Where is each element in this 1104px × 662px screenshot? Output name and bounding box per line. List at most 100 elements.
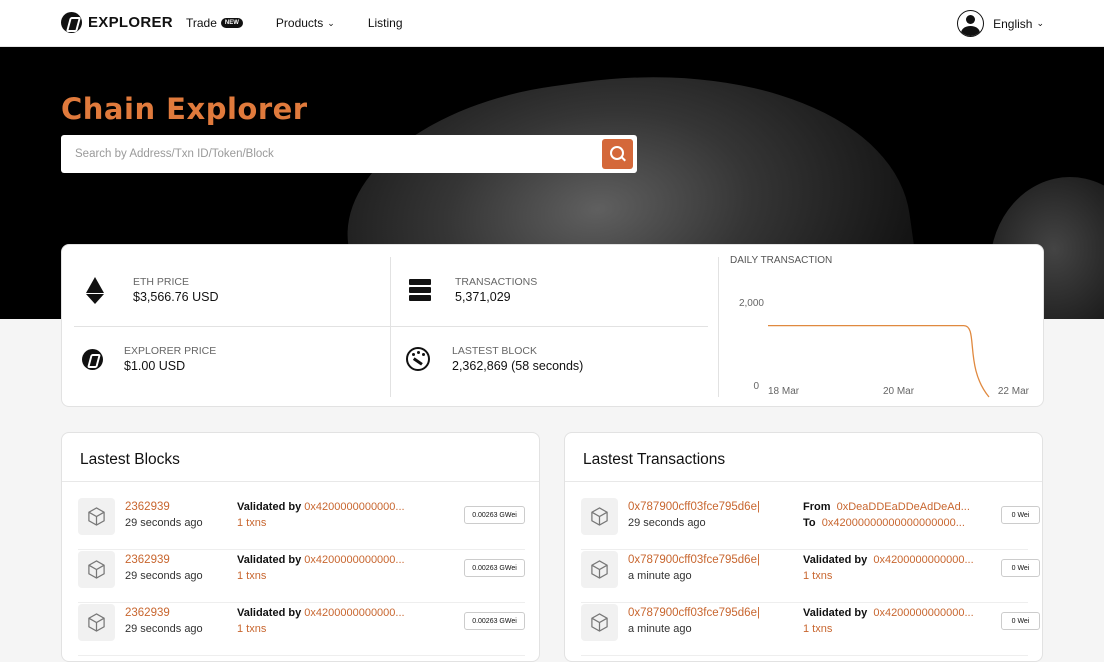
list-item: 2362939 29 seconds ago Validated by 0x42… — [78, 550, 525, 603]
x-tick-label: 22 Mar — [998, 386, 1030, 397]
latest-transactions-panel: Lastest Transactions 0x787900cff03fce795… — [564, 432, 1043, 662]
stat-value: 2,362,869 (58 seconds) — [452, 359, 584, 373]
row-time: 29 seconds ago — [628, 517, 706, 529]
stat-latest-block: LASTEST BLOCK 2,362,869 (58 seconds) — [406, 345, 583, 373]
cube-icon — [78, 604, 115, 641]
logo-text: EXPLORER — [88, 14, 173, 31]
list-item: 0x787900cff03fce795d6e| a minute ago Val… — [581, 603, 1040, 656]
page-title: Chain Explorer — [61, 92, 308, 126]
to-address-link[interactable]: 0x42000000000000000000... — [822, 517, 965, 529]
nav-listing[interactable]: Listing — [368, 16, 403, 30]
reward-badge: 0.00263 GWei — [464, 559, 525, 577]
amount-badge: 0 Wei — [1001, 612, 1040, 630]
stat-label: EXPLORER PRICE — [124, 345, 217, 357]
line1-label: From — [803, 501, 831, 513]
tx-hash-link[interactable]: 0x787900cff03fce795d6e| — [628, 501, 760, 513]
chevron-down-icon: ⌄ — [327, 17, 335, 28]
x-tick-label: 18 Mar — [768, 386, 800, 397]
divider — [62, 481, 539, 482]
amount-badge: 0 Wei — [1001, 559, 1040, 577]
block-number-link[interactable]: 2362939 — [125, 554, 170, 566]
divider — [565, 481, 1042, 482]
nav-products[interactable]: Products ⌄ — [276, 16, 335, 30]
new-badge: NEW — [220, 18, 243, 28]
y-tick-label: 2,000 — [739, 298, 764, 309]
cube-icon — [78, 498, 115, 535]
main-nav: Trade NEW Products ⌄ Listing — [186, 16, 403, 30]
validated-label: Validated by — [237, 607, 302, 619]
tx-hash-link[interactable]: 0x787900cff03fce795d6e| — [628, 607, 760, 619]
x-tick-label: 20 Mar — [883, 386, 915, 397]
validated-label: Validated by — [237, 501, 302, 513]
user-avatar-icon[interactable] — [957, 10, 985, 37]
language-selector[interactable]: English ⌄ — [993, 17, 1044, 31]
search-bar — [61, 135, 637, 173]
list-item: 0x787900cff03fce795d6e| 29 seconds ago F… — [581, 497, 1040, 550]
divider — [390, 257, 391, 397]
daily-transaction-chart: 2,000 0 18 Mar 20 Mar 22 Mar — [739, 298, 1030, 398]
row-line2: To 0x42000000000000000000... — [803, 517, 965, 529]
line1-label: Validated by — [803, 554, 868, 566]
stat-label: TRANSACTIONS — [455, 276, 538, 288]
explorer-logo-icon — [61, 12, 82, 33]
nav-products-label: Products — [275, 16, 324, 30]
nav-trade-label: Trade — [186, 16, 217, 30]
stat-label: ETH PRICE — [133, 276, 190, 288]
txns-count-link[interactable]: 1 txns — [237, 623, 266, 635]
row-time: 29 seconds ago — [125, 623, 203, 635]
stats-card: ETH PRICE $3,566.76 USD TRANSACTIONS 5,3… — [61, 244, 1044, 407]
address-link[interactable]: 0xDeaDDEaDDeAdDeAd... — [837, 501, 970, 513]
cube-icon — [581, 498, 618, 535]
top-navigation-bar: EXPLORER Trade NEW Products ⌄ Listing En… — [0, 0, 1104, 47]
explorer-logo-icon — [82, 348, 103, 370]
row-line2: 1 txns — [803, 623, 832, 635]
search-button[interactable] — [602, 139, 633, 169]
row-time: 29 seconds ago — [125, 517, 203, 529]
speedometer-icon — [406, 347, 430, 371]
divider — [74, 326, 708, 327]
ethereum-icon — [81, 277, 107, 304]
cube-icon — [581, 604, 618, 641]
stat-transactions: TRANSACTIONS 5,371,029 — [407, 276, 537, 304]
block-number-link[interactable]: 2362939 — [125, 607, 170, 619]
address-link[interactable]: 0x4200000000000... — [873, 554, 973, 566]
nav-trade[interactable]: Trade NEW — [186, 16, 243, 30]
row-line1: Validated by 0x4200000000000... — [803, 554, 974, 566]
txns-count-link[interactable]: 1 txns — [803, 570, 832, 582]
row-time: a minute ago — [628, 623, 692, 635]
stat-value: $3,566.76 USD — [133, 290, 219, 304]
amount-badge: 0 Wei — [1001, 506, 1040, 524]
explorer-logo[interactable]: EXPLORER — [61, 12, 173, 33]
row-time: 29 seconds ago — [125, 570, 203, 582]
stat-value: 5,371,029 — [455, 290, 511, 304]
chart-title: DAILY TRANSACTION — [730, 255, 833, 266]
cube-icon — [581, 551, 618, 588]
block-number-link[interactable]: 2362939 — [125, 501, 170, 513]
row-line1: Validated by 0x4200000000000... — [803, 607, 974, 619]
row-line1: Validated by 0x4200000000000... — [237, 501, 405, 513]
nav-listing-label: Listing — [367, 16, 403, 30]
validator-address-link[interactable]: 0x4200000000000... — [304, 501, 404, 513]
txns-count-link[interactable]: 1 txns — [803, 623, 832, 635]
language-label: English — [993, 16, 1033, 31]
cube-icon — [78, 551, 115, 588]
txns-count-link[interactable]: 1 txns — [237, 570, 266, 582]
y-tick-label: 0 — [753, 381, 759, 392]
validator-address-link[interactable]: 0x4200000000000... — [304, 554, 404, 566]
validator-address-link[interactable]: 0x4200000000000... — [304, 607, 404, 619]
stat-eth-price: ETH PRICE $3,566.76 USD — [81, 276, 218, 304]
row-line1: From 0xDeaDDEaDDeAdDeAd... — [803, 501, 970, 513]
divider — [718, 257, 719, 397]
list-item: 2362939 29 seconds ago Validated by 0x42… — [78, 497, 525, 550]
tx-hash-link[interactable]: 0x787900cff03fce795d6e| — [628, 554, 760, 566]
server-icon — [407, 277, 433, 303]
list-item: 2362939 29 seconds ago Validated by 0x42… — [78, 603, 525, 656]
stat-value: $1.00 USD — [124, 359, 186, 373]
txns-count-link[interactable]: 1 txns — [237, 517, 266, 529]
panel-title: Lastest Transactions — [583, 451, 726, 468]
chevron-down-icon: ⌄ — [1036, 18, 1044, 28]
search-input[interactable] — [75, 135, 595, 173]
reward-badge: 0.00263 GWei — [464, 506, 525, 524]
address-link[interactable]: 0x4200000000000... — [873, 607, 973, 619]
panel-title: Lastest Blocks — [80, 451, 180, 468]
